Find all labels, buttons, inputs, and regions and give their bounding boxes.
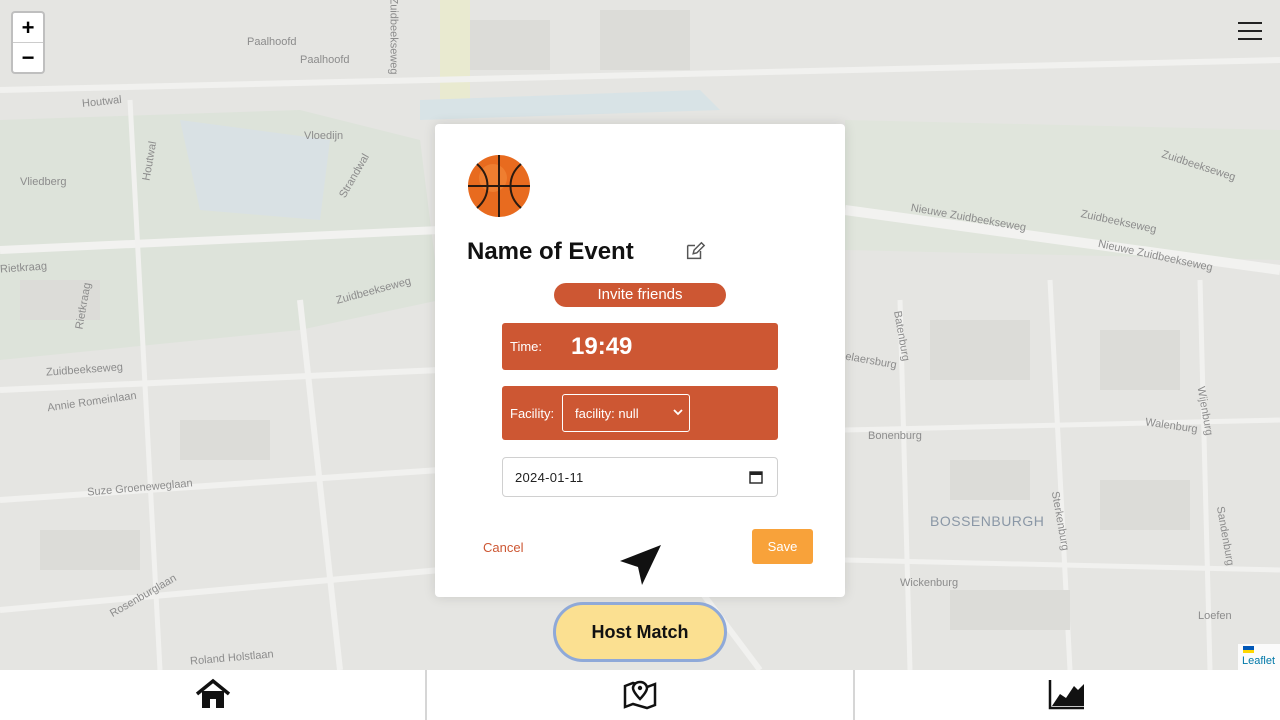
bottom-navigation — [0, 670, 1280, 720]
attribution-link[interactable]: Leaflet — [1242, 655, 1275, 667]
event-title: Name of Event — [467, 238, 634, 265]
calendar-icon[interactable] — [749, 470, 763, 484]
map-label: Bonenburg — [868, 430, 922, 442]
facility-label: Facility: — [510, 406, 555, 421]
map-label: Wickenburg — [900, 577, 959, 589]
time-value[interactable]: 19:49 — [571, 333, 632, 361]
chevron-down-icon — [673, 409, 683, 416]
zoom-control: + − — [11, 11, 45, 74]
ukraine-flag-icon — [1243, 646, 1254, 653]
map-label: Zuidbeekseweg — [387, 0, 400, 75]
time-field[interactable]: Time: 19:49 — [502, 323, 778, 370]
home-icon — [195, 678, 230, 708]
map-pin-icon — [623, 680, 657, 710]
host-match-button[interactable]: Host Match — [553, 602, 727, 662]
map-label: Paalhoofd — [247, 36, 297, 48]
map-label: Loefen — [1198, 610, 1232, 622]
menu-icon[interactable] — [1238, 22, 1262, 46]
nav-tab-home[interactable] — [0, 670, 428, 720]
facility-select[interactable]: facility: null — [562, 394, 690, 432]
host-match-dialog: Name of Event Invite friends Time: 19:49… — [435, 124, 845, 597]
chart-icon — [1049, 680, 1085, 710]
cancel-button[interactable]: Cancel — [483, 540, 523, 555]
date-input[interactable]: 2024-01-11 — [502, 457, 778, 497]
save-button[interactable]: Save — [752, 529, 813, 564]
district-label: BOSSENBURGH — [930, 513, 1045, 529]
facility-selected-value: facility: null — [575, 406, 639, 421]
invite-friends-button[interactable]: Invite friends — [554, 283, 726, 307]
zoom-in-button[interactable]: + — [13, 13, 43, 42]
navigation-arrow-icon[interactable] — [618, 543, 663, 588]
edit-icon[interactable] — [684, 240, 706, 262]
basketball-icon — [468, 155, 530, 217]
nav-tab-stats[interactable] — [855, 670, 1280, 720]
facility-field: Facility: facility: null — [502, 386, 778, 440]
map-label: Vloedijn — [304, 130, 344, 142]
time-label: Time: — [510, 339, 543, 354]
date-value: 2024-01-11 — [515, 470, 584, 485]
nav-tab-map[interactable] — [427, 670, 855, 720]
zoom-out-button[interactable]: − — [13, 42, 43, 72]
map-attribution[interactable]: Leaflet — [1238, 644, 1280, 670]
map-label: Paalhoofd — [300, 54, 350, 66]
map-label: Vliedberg — [20, 176, 67, 188]
